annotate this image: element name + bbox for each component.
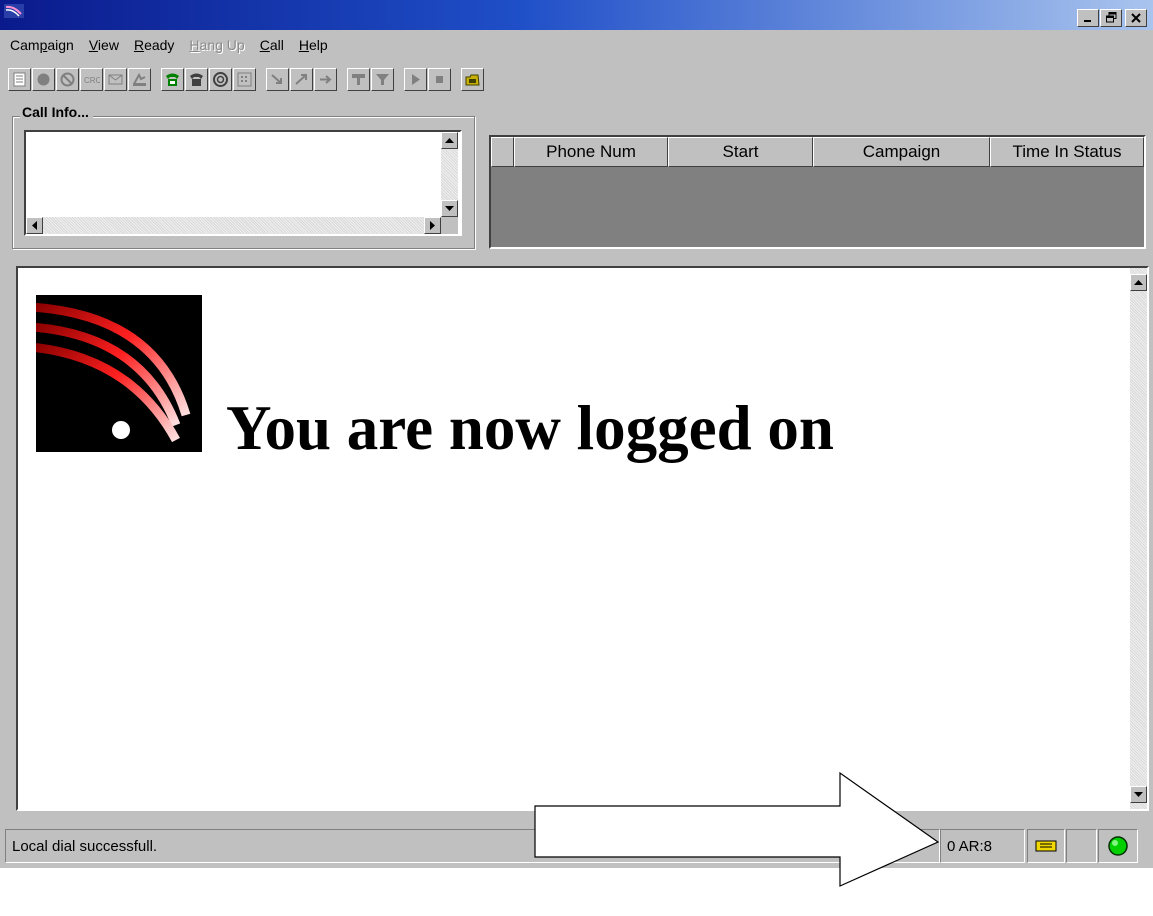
callout-arrow bbox=[534, 771, 940, 887]
